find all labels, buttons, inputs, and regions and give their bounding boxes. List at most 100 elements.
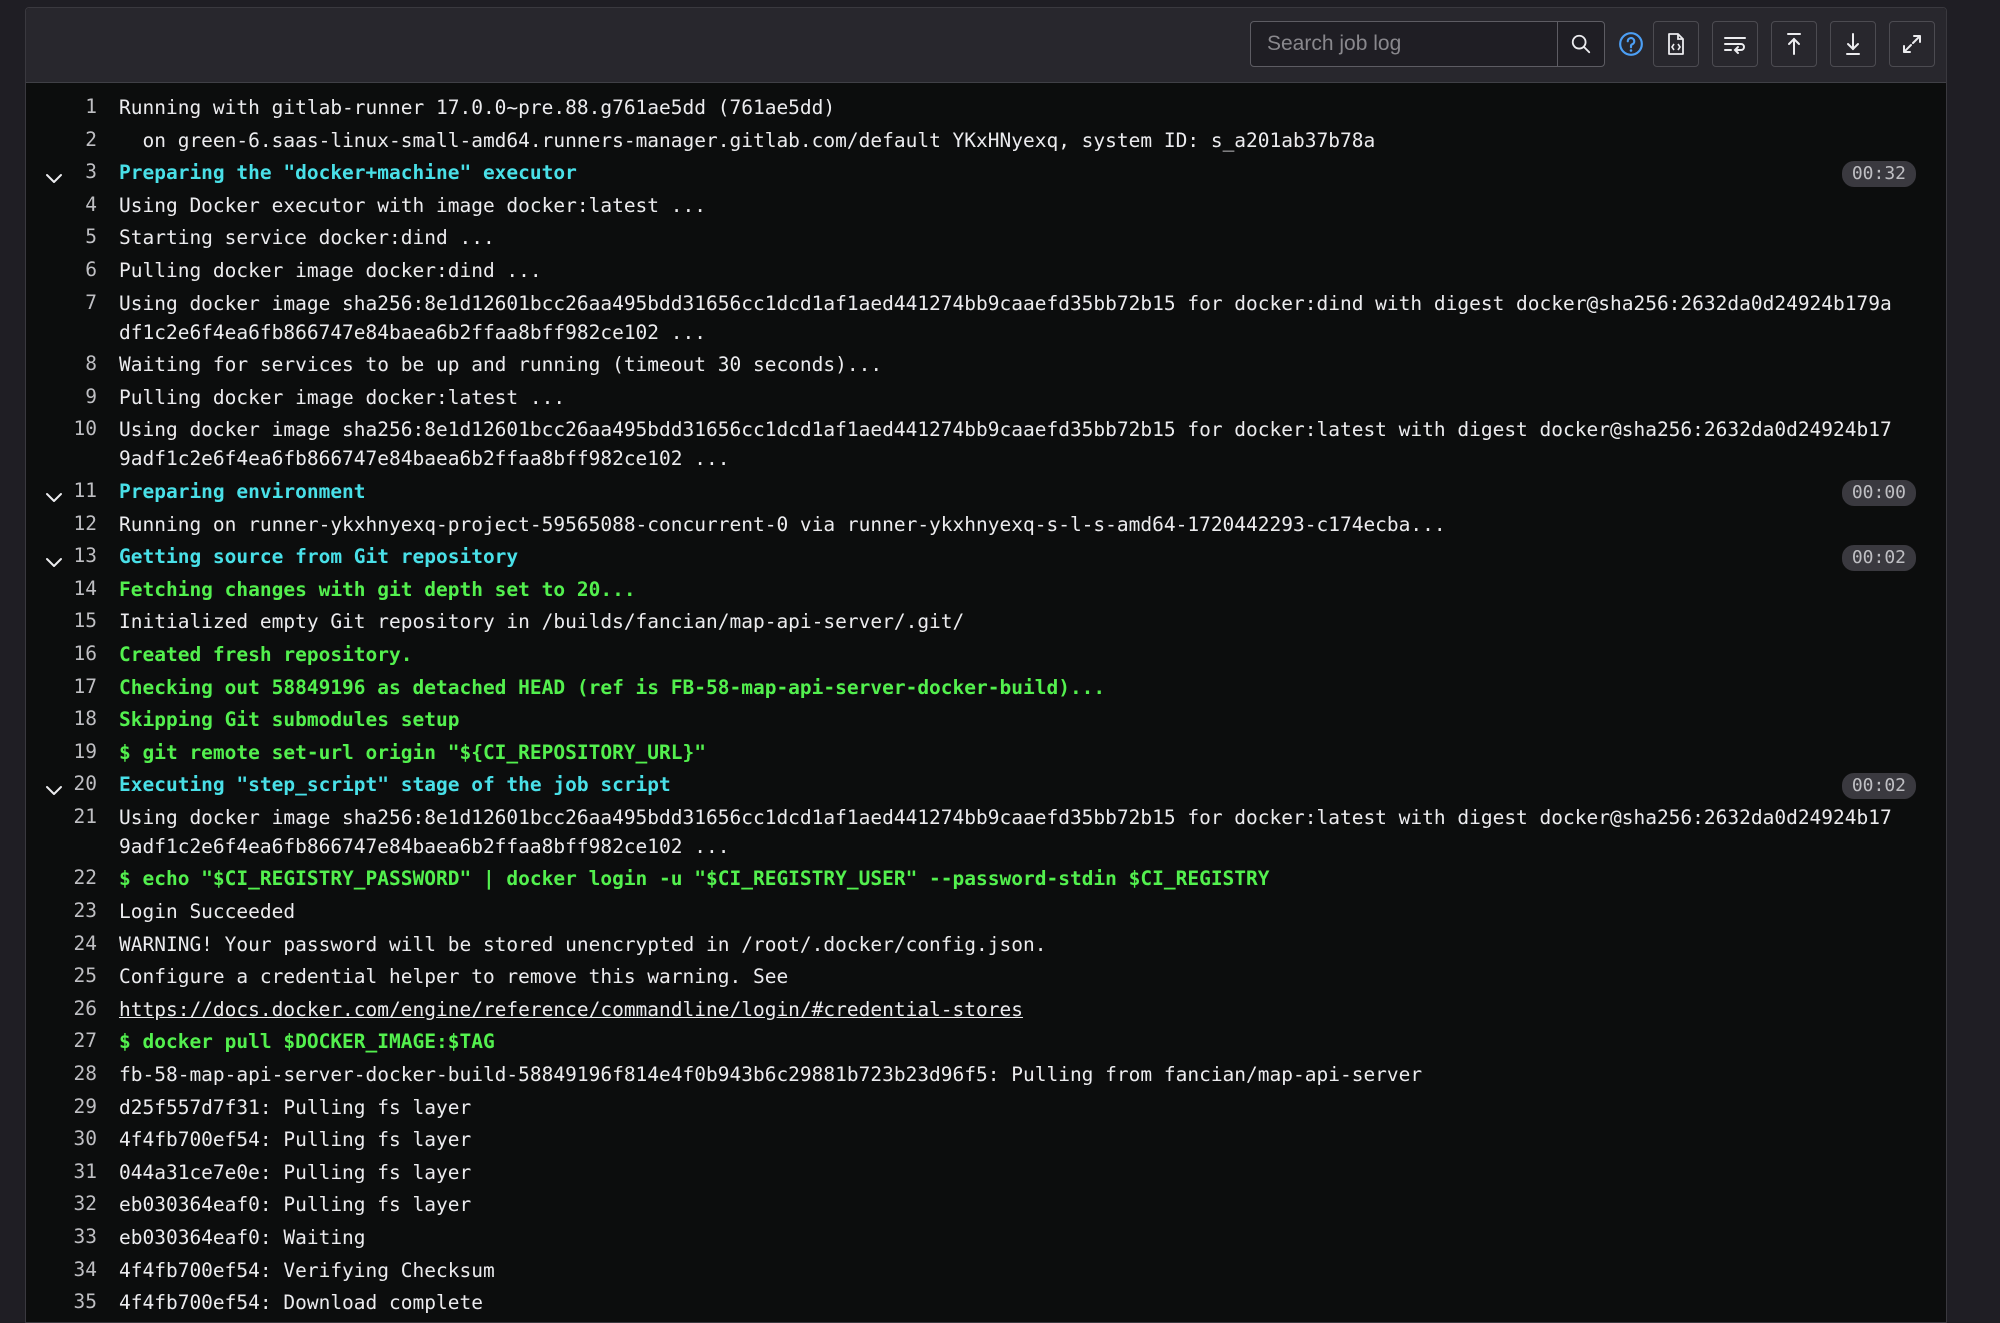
log-text: $ docker pull $DOCKER_IMAGE:$TAG xyxy=(119,1030,495,1054)
line-number[interactable]: 7 xyxy=(26,287,119,349)
chevron-down-icon[interactable] xyxy=(42,485,66,509)
line-number[interactable]: 18 xyxy=(26,703,119,736)
log-link[interactable]: https://docs.docker.com/engine/reference… xyxy=(119,993,1894,1026)
show-raw-button[interactable] xyxy=(1653,21,1699,67)
line-number[interactable]: 30 xyxy=(26,1123,119,1156)
line-number[interactable]: 17 xyxy=(26,671,119,704)
line-number[interactable]: 6 xyxy=(26,254,119,287)
chevron-down-icon[interactable] xyxy=(42,166,66,190)
log-line: 23 Login Succeeded xyxy=(26,895,1946,928)
log-line: 19 $ git remote set-url origin "${CI_REPO… xyxy=(26,736,1946,769)
line-number[interactable]: 24 xyxy=(26,928,119,961)
text-wrap-icon xyxy=(1724,37,1746,54)
log-text: $ echo "$CI_REGISTRY_PASSWORD" | docker … xyxy=(119,867,1270,891)
line-number[interactable]: 25 xyxy=(26,960,119,993)
wrap-lines-button[interactable] xyxy=(1712,21,1758,67)
section-duration-badge: 00:32 xyxy=(1841,161,1916,188)
scroll-to-bottom-button[interactable] xyxy=(1830,21,1876,67)
line-number[interactable]: 33 xyxy=(26,1221,119,1254)
search-button[interactable] xyxy=(1557,22,1604,66)
log-text: fb-58-map-api-server-docker-build-588491… xyxy=(119,1063,1423,1087)
line-number[interactable]: 12 xyxy=(26,508,119,541)
line-number[interactable]: 13 xyxy=(26,540,119,573)
line-number[interactable]: 10 xyxy=(26,413,119,475)
log-section-header[interactable]: 3 Preparing the "docker+machine" executor… xyxy=(26,156,1946,189)
log-text: Initialized empty Git repository in /bui… xyxy=(119,610,965,634)
log-line: 7 Using docker image sha256:8e1d12601bcc2… xyxy=(26,287,1946,349)
line-number[interactable]: 28 xyxy=(26,1058,119,1091)
log-text: Preparing environment xyxy=(119,479,366,503)
section-duration-badge: 00:02 xyxy=(1841,773,1916,800)
job-log-panel: 1Running with gitlab-runner 17.0.0~pre.8… xyxy=(25,7,1947,1323)
log-line: 21 Using docker image sha256:8e1d12601bcc… xyxy=(26,801,1946,863)
line-number[interactable]: 11 xyxy=(26,475,119,508)
log-text: Using Docker executor with image docker:… xyxy=(119,193,706,217)
line-number[interactable]: 23 xyxy=(26,895,119,928)
log-line: 25 Configure a credential helper to remov… xyxy=(26,960,1946,993)
line-number[interactable]: 29 xyxy=(26,1091,119,1124)
log-line: 6 Pulling docker image docker:dind ... xyxy=(26,254,1946,287)
scroll-to-bottom-icon xyxy=(1846,33,1860,55)
line-number[interactable]: 32 xyxy=(26,1188,119,1221)
scroll-to-top-button[interactable] xyxy=(1771,21,1817,67)
log-text: Checking out 58849196 as detached HEAD (… xyxy=(119,675,1106,699)
line-number[interactable]: 4 xyxy=(26,189,119,222)
log-text: Created fresh repository. xyxy=(119,642,413,666)
line-number[interactable]: 21 xyxy=(26,801,119,863)
log-text: on green-6.saas-linux-small-amd64.runner… xyxy=(119,128,1376,152)
chevron-down-icon[interactable] xyxy=(42,778,66,802)
log-text: Using docker image sha256:8e1d12601bcc26… xyxy=(119,805,1892,858)
log-line: 12 Running on runner-ykxhnyexq-project-59… xyxy=(26,508,1946,541)
log-line: 2 on green-6.saas-linux-small-amd64.runn… xyxy=(26,124,1946,157)
log-line: 31 044a31ce7e0e: Pulling fs layer xyxy=(26,1156,1946,1189)
log-line: 9 Pulling docker image docker:latest ... xyxy=(26,381,1946,414)
question-circle-icon xyxy=(1619,32,1643,56)
fullscreen-button[interactable] xyxy=(1889,21,1935,67)
log-line: 17 Checking out 58849196 as detached HEAD… xyxy=(26,671,1946,704)
log-line: 15 Initialized empty Git repository in /b… xyxy=(26,605,1946,638)
line-number[interactable]: 9 xyxy=(26,381,119,414)
line-number[interactable]: 19 xyxy=(26,736,119,769)
job-log-output: 1 Running with gitlab-runner 17.0.0~pre.8… xyxy=(26,83,1946,1319)
line-number[interactable]: 27 xyxy=(26,1025,119,1058)
line-number[interactable]: 15 xyxy=(26,605,119,638)
line-number[interactable]: 16 xyxy=(26,638,119,671)
line-number[interactable]: 14 xyxy=(26,573,119,606)
log-text: WARNING! Your password will be stored un… xyxy=(119,932,1047,956)
log-section-header[interactable]: 11 Preparing environment 00:00 xyxy=(26,475,1946,508)
line-number[interactable]: 1 xyxy=(26,91,119,124)
line-number[interactable]: 20 xyxy=(26,768,119,801)
scroll-to-top-icon xyxy=(1787,33,1801,55)
line-number[interactable]: 3 xyxy=(26,156,119,189)
log-text: $ git remote set-url origin "${CI_REPOSI… xyxy=(119,740,706,764)
log-line: 29 d25f557d7f31: Pulling fs layer xyxy=(26,1091,1946,1124)
log-text: Running with gitlab-runner 17.0.0~pre.88… xyxy=(119,96,836,119)
log-line: 10 Using docker image sha256:8e1d12601bcc… xyxy=(26,413,1946,475)
log-text: Using docker image sha256:8e1d12601bcc26… xyxy=(119,418,1892,471)
log-line: 5 Starting service docker:dind ... xyxy=(26,221,1946,254)
log-line: 33 eb030364eaf0: Waiting xyxy=(26,1221,1946,1254)
log-line: 35 4f4fb700ef54: Download complete xyxy=(26,1286,1946,1319)
line-number[interactable]: 31 xyxy=(26,1156,119,1189)
log-text: Executing "step_script" stage of the job… xyxy=(119,773,671,797)
log-text: Configure a credential helper to remove … xyxy=(119,965,789,989)
line-number[interactable]: 8 xyxy=(26,348,119,381)
line-number[interactable]: 2 xyxy=(26,124,119,157)
log-text: eb030364eaf0: Pulling fs layer xyxy=(119,1193,472,1217)
help-button[interactable] xyxy=(1617,30,1645,58)
search-job-log-input[interactable] xyxy=(1251,22,1557,66)
log-text: Running on runner-ykxhnyexq-project-5956… xyxy=(119,512,1446,536)
line-number[interactable]: 22 xyxy=(26,862,119,895)
section-duration-badge: 00:00 xyxy=(1841,479,1916,506)
log-line: 28 fb-58-map-api-server-docker-build-5884… xyxy=(26,1058,1946,1091)
line-number[interactable]: 26 xyxy=(26,993,119,1026)
maximize-icon xyxy=(1903,35,1921,53)
chevron-down-icon[interactable] xyxy=(42,550,66,574)
log-line: 16 Created fresh repository. xyxy=(26,638,1946,671)
search-icon xyxy=(1571,34,1591,54)
log-section-header[interactable]: 13 Getting source from Git repository 00:0… xyxy=(26,540,1946,573)
line-number[interactable]: 34 xyxy=(26,1254,119,1287)
log-section-header[interactable]: 20 Executing "step_script" stage of the j… xyxy=(26,768,1946,801)
line-number[interactable]: 5 xyxy=(26,221,119,254)
line-number[interactable]: 35 xyxy=(26,1286,119,1319)
